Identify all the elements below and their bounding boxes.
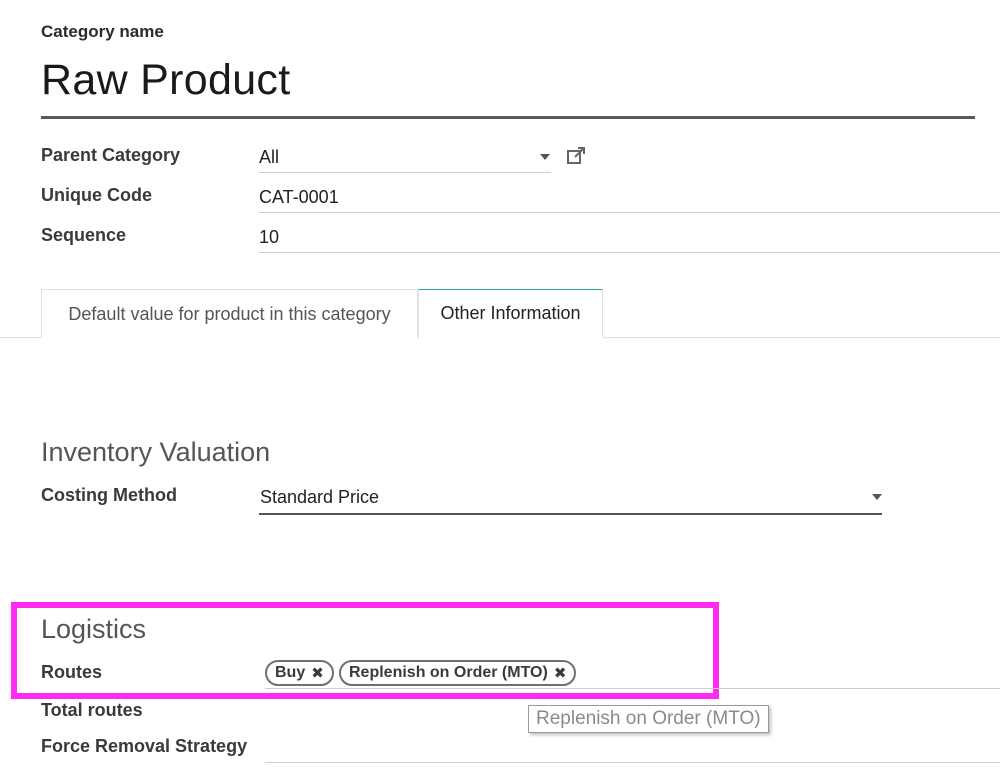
- close-icon[interactable]: ✖: [554, 664, 567, 682]
- route-tag-buy-label: Buy: [275, 664, 306, 681]
- category-name-value[interactable]: Raw Product: [41, 56, 290, 105]
- total-routes-label: Total routes: [41, 700, 143, 720]
- costing-method-underline: [259, 513, 882, 515]
- costing-method-value[interactable]: Standard Price: [260, 487, 379, 508]
- unique-code-underline: [259, 212, 1000, 213]
- parent-category-label: Parent Category: [41, 145, 181, 165]
- unique-code-input[interactable]: CAT-0001: [259, 187, 339, 208]
- category-name-underline: [41, 116, 975, 119]
- chevron-down-icon[interactable]: [872, 494, 882, 500]
- parent-category-value[interactable]: All: [259, 147, 279, 168]
- costing-method-label: Costing Method: [41, 485, 177, 505]
- chevron-down-icon[interactable]: [540, 154, 550, 160]
- external-link-icon[interactable]: [566, 146, 586, 166]
- tab-other-information[interactable]: Other Information: [418, 289, 603, 338]
- tab-default-value-label: Default value for product in this catego…: [68, 303, 391, 324]
- tab-default-value[interactable]: Default value for product in this catego…: [41, 289, 418, 338]
- logistics-title: Logistics: [41, 614, 147, 644]
- category-name-label: Category name: [41, 22, 164, 41]
- parent-category-underline: [259, 172, 551, 173]
- unique-code-label: Unique Code: [41, 185, 152, 205]
- force-removal-strategy-label: Force Removal Strategy: [41, 736, 248, 756]
- tab-other-information-label: Other Information: [440, 303, 581, 323]
- route-tag-mto-label: Replenish on Order (MTO): [349, 664, 548, 681]
- route-tag-mto[interactable]: Replenish on Order (MTO) ✖: [339, 660, 577, 686]
- inventory-valuation-title: Inventory Valuation: [41, 437, 271, 467]
- sequence-label: Sequence: [41, 225, 127, 245]
- force-removal-underline: [265, 762, 1000, 763]
- route-tag-buy[interactable]: Buy ✖: [265, 660, 334, 686]
- sequence-underline: [259, 252, 1000, 253]
- close-icon[interactable]: ✖: [311, 664, 324, 682]
- sequence-input[interactable]: 10: [259, 227, 279, 248]
- tooltip: Replenish on Order (MTO): [528, 705, 769, 733]
- routes-label: Routes: [41, 662, 103, 682]
- routes-underline: [265, 688, 1000, 689]
